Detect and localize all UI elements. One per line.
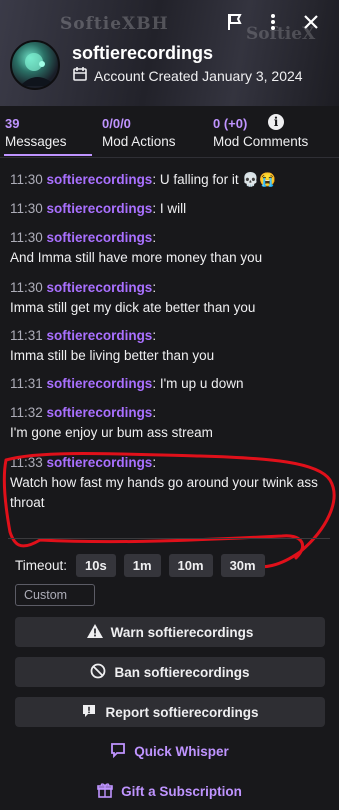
quick-whisper-link[interactable]: Quick Whisper xyxy=(0,742,339,761)
banner-text: SoftieXBH xyxy=(60,14,169,34)
message-text: Watch how fast my hands go around your t… xyxy=(10,475,318,510)
quick-whisper-label: Quick Whisper xyxy=(134,744,229,759)
chat-message: 11:31 softierecordings: I'm up u down xyxy=(0,370,339,399)
message-colon: : xyxy=(152,455,157,470)
account-created-label: Account Created January 3, 2024 xyxy=(94,67,303,84)
calendar-icon xyxy=(72,66,88,85)
flag-icon[interactable] xyxy=(225,12,245,32)
ban-label: Ban softierecordings xyxy=(114,664,250,680)
message-time: 11:30 xyxy=(10,201,43,216)
chat-message: 11:32 softierecordings: I'm gone enjoy u… xyxy=(0,399,339,449)
avatar[interactable] xyxy=(10,40,60,90)
message-text: And Imma still have more money than you xyxy=(10,250,263,265)
message-time: 11:33 xyxy=(10,455,43,470)
divider xyxy=(0,157,339,158)
timeout-10m-button[interactable]: 10m xyxy=(168,554,213,577)
profile-header: SoftieXBH SoftieX softierecordings Accou… xyxy=(0,0,339,106)
timeout-label: Timeout: xyxy=(15,558,68,573)
message-author[interactable]: softierecordings xyxy=(47,201,153,216)
message-colon: : xyxy=(152,280,157,295)
tab-messages-label: Messages xyxy=(5,134,67,149)
message-time: 11:31 xyxy=(10,328,43,343)
warn-label: Warn softierecordings xyxy=(110,624,254,640)
account-created: Account Created January 3, 2024 xyxy=(72,66,303,85)
more-vertical-icon[interactable] xyxy=(263,12,283,32)
timeout-row: Timeout: 10s 1m 10m 30m xyxy=(15,554,265,577)
warning-icon xyxy=(86,623,103,641)
message-author[interactable]: softierecordings xyxy=(47,230,153,245)
message-time: 11:30 xyxy=(10,280,43,295)
tab-messages[interactable]: 39 Messages xyxy=(0,110,97,158)
message-time: 11:30 xyxy=(10,172,43,187)
chat-message: 11:30 softierecordings: I will xyxy=(0,195,339,224)
message-time: 11:31 xyxy=(10,376,43,391)
chat-message: 11:30 softierecordings: U falling for it… xyxy=(0,166,339,195)
message-author[interactable]: softierecordings xyxy=(47,455,153,470)
tab-bar: 39 Messages 0/0/0 Mod Actions 0 (+0) Mod… xyxy=(0,110,339,158)
report-label: Report softierecordings xyxy=(105,704,259,720)
message-author[interactable]: softierecordings xyxy=(47,376,153,391)
chat-message: 11:31 softierecordings: Imma still be li… xyxy=(0,322,339,370)
ban-button[interactable]: Ban softierecordings xyxy=(15,657,325,687)
timeout-30m-button[interactable]: 30m xyxy=(220,554,265,577)
custom-timeout-input[interactable]: Custom xyxy=(15,584,95,606)
message-text: Imma still get my dick ate better than y… xyxy=(10,300,256,315)
message-text: : I will xyxy=(152,201,187,216)
message-text: : U falling for it 💀😭 xyxy=(152,172,276,187)
timeout-1m-button[interactable]: 1m xyxy=(123,554,161,577)
message-text: : I'm up u down xyxy=(152,376,244,391)
warn-button[interactable]: Warn softierecordings xyxy=(15,617,325,647)
tab-mod-comments-label: Mod Comments xyxy=(213,134,309,149)
whisper-icon xyxy=(110,742,126,761)
message-colon: : xyxy=(152,328,157,343)
gift-icon xyxy=(97,782,113,801)
ban-icon xyxy=(90,663,106,682)
tab-messages-count: 39 xyxy=(5,116,20,131)
tab-mod-actions-label: Mod Actions xyxy=(102,134,176,149)
timeout-10s-button[interactable]: 10s xyxy=(76,554,116,577)
report-button[interactable]: Report softierecordings xyxy=(15,697,325,727)
chat-message: 11:33 softierecordings: Watch how fast m… xyxy=(0,449,339,517)
message-text: Imma still be living better than you xyxy=(10,348,215,363)
message-list: 11:30 softierecordings: U falling for it… xyxy=(0,166,339,517)
divider xyxy=(8,538,330,539)
tab-mod-actions[interactable]: 0/0/0 Mod Actions xyxy=(97,110,208,158)
message-text: I'm gone enjoy ur bum ass stream xyxy=(10,425,213,440)
message-author[interactable]: softierecordings xyxy=(47,405,153,420)
message-time: 11:30 xyxy=(10,230,43,245)
gift-subscription-link[interactable]: Gift a Subscription xyxy=(0,782,339,801)
message-time: 11:32 xyxy=(10,405,43,420)
report-icon xyxy=(81,703,97,722)
chat-message: 11:30 softierecordings: Imma still get m… xyxy=(0,274,339,322)
message-colon: : xyxy=(152,230,157,245)
close-icon[interactable] xyxy=(301,12,321,32)
info-icon[interactable]: i xyxy=(268,114,284,130)
username: softierecordings xyxy=(72,43,214,63)
message-author[interactable]: softierecordings xyxy=(47,280,153,295)
gift-subscription-label: Gift a Subscription xyxy=(121,784,242,799)
message-author[interactable]: softierecordings xyxy=(47,328,153,343)
chat-message: 11:30 softierecordings: And Imma still h… xyxy=(0,224,339,274)
message-colon: : xyxy=(152,405,157,420)
tab-mod-actions-count: 0/0/0 xyxy=(102,116,131,131)
message-author[interactable]: softierecordings xyxy=(47,172,153,187)
